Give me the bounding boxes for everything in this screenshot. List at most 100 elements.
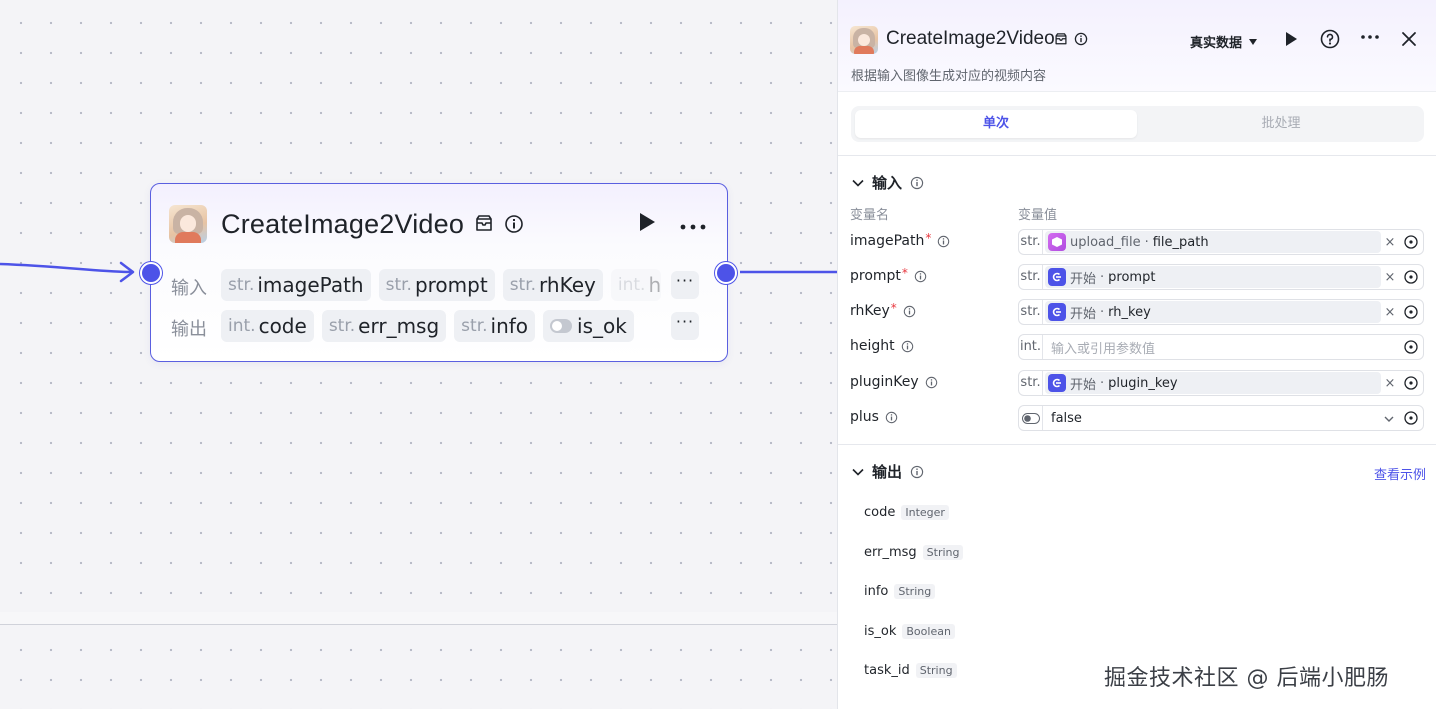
value-field[interactable]: int. 输入或引用参数值 <box>1018 334 1424 360</box>
chevron-down-icon[interactable] <box>1379 412 1399 425</box>
info-icon[interactable] <box>1074 31 1088 50</box>
canvas-gap <box>0 612 838 624</box>
divider <box>838 155 1436 156</box>
data-mode-dropdown[interactable]: 真实数据 <box>1190 32 1258 51</box>
close-icon[interactable] <box>1400 30 1418 52</box>
type-badge: String <box>894 584 936 599</box>
node-outputs-more-button[interactable]: ··· <box>671 312 699 340</box>
panel-more-button[interactable] <box>1360 30 1380 40</box>
clear-icon[interactable]: × <box>1381 270 1399 285</box>
output-row: code Integer <box>864 505 949 520</box>
node-output-label: 输出 <box>171 319 207 340</box>
panel-title-icons <box>1054 31 1088 50</box>
start-node-icon <box>1048 268 1066 286</box>
output-row: task_id String <box>864 663 957 678</box>
type-label: str. <box>1019 230 1043 254</box>
info-icon[interactable] <box>910 176 924 190</box>
output-section-toggle[interactable]: 输出 <box>852 461 924 482</box>
value-field[interactable]: str. 开始 · rh_key × <box>1018 299 1424 325</box>
input-section-toggle[interactable]: 输入 <box>852 172 924 193</box>
run-button[interactable] <box>1284 31 1298 51</box>
reference-pill[interactable]: 开始 · plugin_key <box>1045 372 1381 394</box>
value-field[interactable]: str. 开始 · plugin_key × <box>1018 370 1424 396</box>
var-name: height <box>850 338 914 354</box>
node-input-chip: str. prompt <box>378 269 495 301</box>
panel-avatar <box>850 26 878 54</box>
var-name: plus <box>850 409 898 425</box>
column-header-name: 变量名 <box>850 208 890 223</box>
plugin-icon <box>1048 233 1066 251</box>
reference-pill[interactable]: 开始 · prompt <box>1045 266 1381 288</box>
info-icon[interactable] <box>925 376 938 389</box>
target-icon[interactable] <box>1399 270 1423 284</box>
tab-single[interactable]: 单次 <box>855 110 1137 138</box>
boolean-type-icon <box>1019 406 1043 430</box>
info-icon[interactable] <box>903 305 916 318</box>
clear-icon[interactable]: × <box>1381 376 1399 391</box>
node-header: CreateImage2Video <box>169 204 709 244</box>
target-icon[interactable] <box>1399 376 1423 390</box>
node-input-chip: str. imagePath <box>221 269 371 301</box>
height-input-placeholder[interactable]: 输入或引用参数值 <box>1043 338 1399 357</box>
node-inputs-more-button[interactable]: ··· <box>671 271 699 299</box>
value-field[interactable]: str. 开始 · prompt × <box>1018 264 1424 290</box>
target-icon[interactable] <box>1399 411 1423 425</box>
chevron-down-icon <box>852 468 864 476</box>
var-name: pluginKey <box>850 374 938 390</box>
node-output-port[interactable] <box>715 262 737 284</box>
node-more-button[interactable] <box>679 222 707 231</box>
info-icon[interactable] <box>914 270 927 283</box>
reference-pill[interactable]: 开始 · rh_key <box>1045 301 1381 323</box>
value-field[interactable]: false <box>1018 405 1424 431</box>
tab-batch[interactable]: 批处理 <box>1141 110 1421 138</box>
node-avatar <box>169 205 207 243</box>
node-title: CreateImage2Video <box>221 208 465 239</box>
target-icon[interactable] <box>1399 305 1423 319</box>
view-example-link[interactable]: 查看示例 <box>1374 464 1426 483</box>
boolean-toggle-icon <box>550 319 573 333</box>
plus-select[interactable]: false <box>1043 411 1379 426</box>
var-name: prompt * <box>850 266 927 284</box>
required-mark: * <box>901 266 908 280</box>
clear-icon[interactable]: × <box>1381 305 1399 320</box>
data-mode-label: 真实数据 <box>1190 36 1243 51</box>
node-output-chips: int. code str. err_msg str. info is_ok <box>221 310 634 342</box>
panel-title: CreateImage2Video <box>886 28 1055 49</box>
output-row: info String <box>864 584 936 599</box>
workflow-canvas-lower[interactable] <box>0 624 838 709</box>
info-icon[interactable] <box>504 214 524 234</box>
run-mode-tabs: 单次 批处理 <box>851 106 1424 142</box>
run-node-button[interactable] <box>637 210 657 238</box>
reference-pill[interactable]: upload_file · file_path <box>1045 231 1381 253</box>
type-label: str. <box>1019 300 1043 324</box>
output-row: is_ok Boolean <box>864 624 955 639</box>
type-label: str. <box>1019 371 1043 395</box>
required-mark: * <box>925 231 932 245</box>
info-icon[interactable] <box>937 235 950 248</box>
target-icon[interactable] <box>1399 235 1423 249</box>
target-icon[interactable] <box>1399 340 1423 354</box>
info-icon[interactable] <box>910 465 924 479</box>
store-icon <box>474 215 494 233</box>
node-input-label: 输入 <box>171 278 207 299</box>
required-mark: * <box>890 301 897 315</box>
clear-icon[interactable]: × <box>1381 235 1399 250</box>
node-output-chip: int. code <box>221 310 314 342</box>
var-name: imagePath * <box>850 231 950 249</box>
start-node-icon <box>1048 374 1066 392</box>
input-section-title: 输入 <box>872 174 903 192</box>
node-input-chip: int. h <box>610 269 661 301</box>
info-icon[interactable] <box>885 411 898 424</box>
help-icon[interactable] <box>1320 29 1340 53</box>
store-icon <box>1054 31 1068 50</box>
input-row-pluginkey: pluginKey str. 开始 · plugin_key × <box>850 370 1425 396</box>
workflow-node[interactable]: CreateImage2Video 输入 str. imagePath str. p… <box>150 183 728 362</box>
type-badge: Integer <box>901 505 949 520</box>
value-field[interactable]: str. upload_file · file_path × <box>1018 229 1424 255</box>
panel-header: CreateImage2Video 根据输入图像生成对应的视频内容 真实数据 <box>838 0 1436 92</box>
node-input-port[interactable] <box>140 262 162 284</box>
info-icon[interactable] <box>901 340 914 353</box>
input-row-height: height int. 输入或引用参数值 <box>850 334 1425 360</box>
var-name: rhKey * <box>850 301 916 319</box>
output-row: err_msg String <box>864 545 964 560</box>
